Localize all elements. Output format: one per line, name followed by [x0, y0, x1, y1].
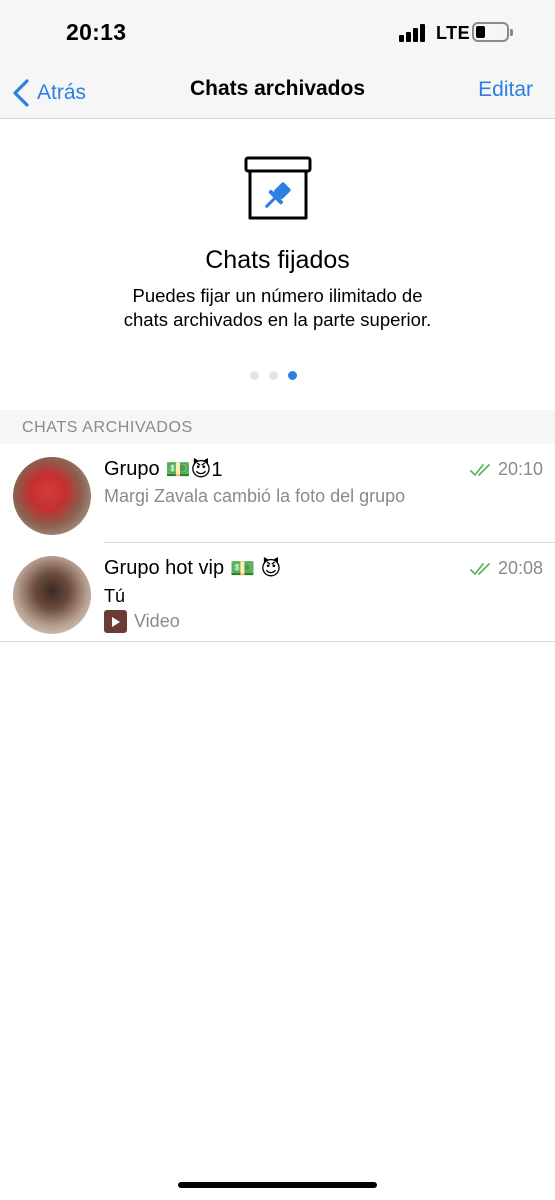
double-check-icon: [470, 463, 490, 476]
chat-name-text: Grupo: [104, 458, 160, 480]
page-indicator[interactable]: [250, 371, 297, 380]
chat-time-text: 20:08: [497, 558, 543, 578]
chat-timestamp: 20:10: [470, 459, 543, 480]
section-header-label: CHATS ARCHIVADOS: [22, 419, 193, 436]
chat-list-item[interactable]: Grupo hot vip 💵 😈 20:08 Tú Video: [0, 544, 555, 642]
chat-name: Grupo hot vip 💵 😈: [104, 556, 281, 581]
section-header: CHATS ARCHIVADOS: [0, 410, 555, 444]
page-dot-active[interactable]: [288, 371, 297, 380]
avatar: [13, 457, 91, 535]
chat-list-item[interactable]: Grupo 💵😈1 20:10 Margi Zavala cambió la f…: [0, 445, 555, 543]
promo-title: Chats fijados: [205, 246, 350, 274]
avatar: [13, 556, 91, 634]
promo-description-line: Puedes fijar un número ilimitado de: [132, 285, 423, 306]
edit-button[interactable]: Editar: [478, 78, 533, 102]
divider: [0, 641, 555, 642]
pinned-chats-promo: Chats fijados Puedes fijar un número ili…: [0, 120, 555, 410]
chat-name-text: Grupo hot vip: [104, 557, 225, 579]
chat-name: Grupo 💵😈1: [104, 457, 222, 482]
archive-pin-icon: [244, 156, 312, 220]
double-check-icon: [470, 562, 490, 575]
promo-description-line: chats archivados en la parte superior.: [123, 309, 432, 330]
divider: [104, 542, 555, 543]
chat-name-emoji: 💵 😈: [230, 558, 282, 580]
video-thumbnail-icon: [104, 610, 127, 633]
status-time: 20:13: [66, 19, 127, 45]
page-title: Chats archivados: [189, 77, 366, 100]
page-dot[interactable]: [269, 371, 278, 380]
network-type: LTE: [436, 23, 471, 43]
navigation-bar: Atrás Chats archivados Editar: [0, 68, 555, 119]
page-dot[interactable]: [250, 371, 259, 380]
media-label: Video: [134, 611, 180, 631]
battery-icon: [472, 22, 513, 42]
status-bar: 20:13 LTE: [0, 0, 555, 68]
chat-time-text: 20:10: [497, 459, 543, 479]
chat-timestamp: 20:08: [470, 558, 543, 579]
chat-preview: Margi Zavala cambió la foto del grupo: [104, 486, 406, 506]
chat-sender: Tú: [104, 586, 126, 606]
home-indicator[interactable]: [178, 1182, 377, 1188]
chat-media-preview: Video: [104, 610, 180, 633]
cellular-signal-icon: [399, 24, 429, 42]
chat-name-emoji: 💵😈1: [165, 459, 223, 481]
promo-description: Puedes fijar un número ilimitado de chat…: [0, 284, 555, 332]
